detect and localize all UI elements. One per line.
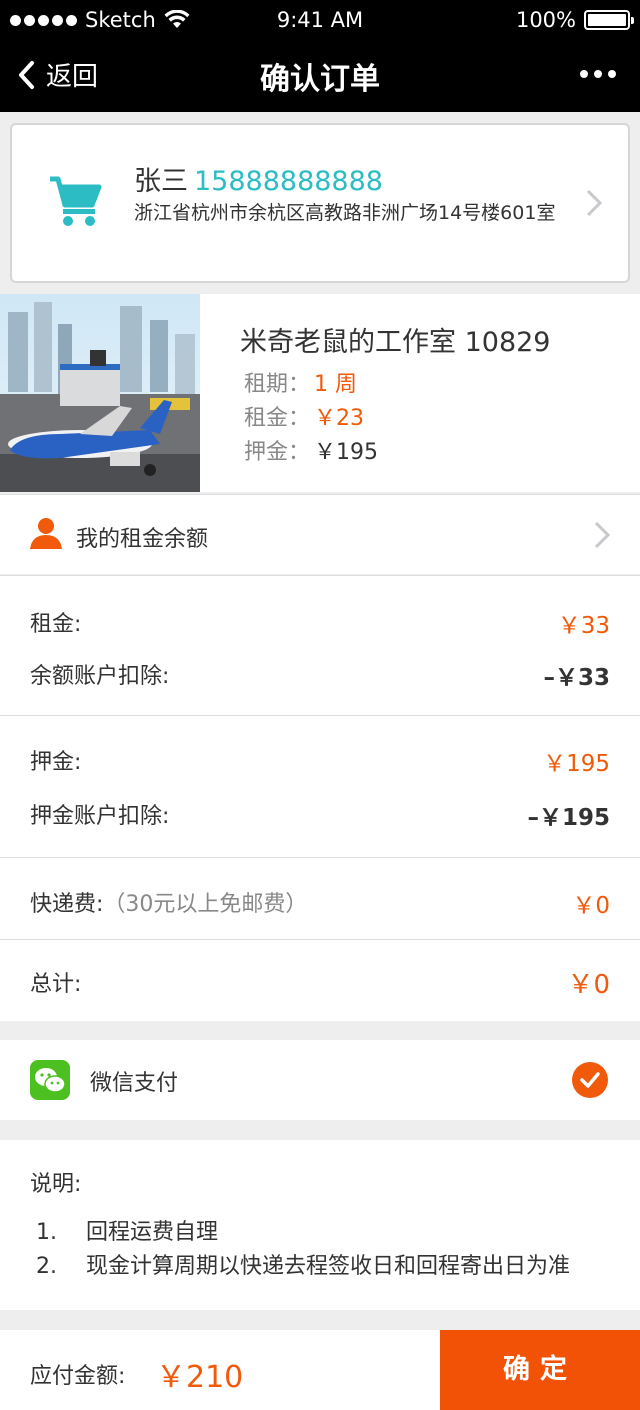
rent-summary-value: ￥33 xyxy=(557,613,610,639)
deposit-row: 押金： ￥195 xyxy=(244,434,378,466)
rental-period-row: 租期： 1 周 xyxy=(244,366,357,398)
chevron-right-icon xyxy=(586,189,602,217)
rent-balance-row[interactable]: 我的租金余额 xyxy=(0,494,640,574)
checkout-bar: 应付金额: ￥210 确定 xyxy=(0,1330,640,1410)
rent-summary-label: 租金: xyxy=(30,612,82,637)
deposit-deduct-value: –￥195 xyxy=(527,805,610,831)
balance-deduct-value: –￥33 xyxy=(543,665,610,691)
rental-period-value: 1 周 xyxy=(314,372,358,397)
note-text: 现金计算周期以快递去程签收日和回程寄出日为准 xyxy=(86,1254,571,1279)
rental-period-label: 租期： xyxy=(244,372,311,397)
status-bar: Sketch 9:41 AM 100% xyxy=(0,0,640,40)
status-right: 100% xyxy=(515,8,634,32)
total-row: 总计: ￥0 xyxy=(0,939,640,1021)
product-card[interactable]: 米奇老鼠的工作室 10829 租期： 1 周 租金： ￥23 押金： ￥195 xyxy=(0,294,640,492)
deposit-value: ￥195 xyxy=(314,440,379,465)
shipping-note: （30元以上免邮费） xyxy=(103,892,308,917)
shipping-label: 快递费: xyxy=(30,892,104,917)
user-icon xyxy=(30,518,62,549)
confirm-button[interactable]: 确定 xyxy=(440,1330,640,1410)
deposit-label: 押金： xyxy=(244,440,311,465)
notes-title: 说明: xyxy=(30,1172,82,1197)
product-name: 米奇老鼠的工作室 10829 xyxy=(240,327,551,358)
rent-row: 租金： ￥23 xyxy=(244,400,364,432)
payable-amount: ￥210 xyxy=(156,1360,244,1395)
rent-value: ￥23 xyxy=(314,406,365,431)
note-item: 1. 回程运费自理 xyxy=(36,1214,218,1246)
chevron-right-icon xyxy=(594,521,610,549)
note-text: 回程运费自理 xyxy=(86,1220,219,1245)
address-card[interactable]: 张三 15888888888 浙江省杭州市余杭区高教路非洲广场14号楼601室 xyxy=(10,123,630,283)
payable-label: 应付金额: xyxy=(30,1364,126,1389)
note-number: 1. xyxy=(36,1220,57,1245)
rent-summary: 租金: ￥33 余额账户扣除: –￥33 xyxy=(0,575,640,715)
total-value: ￥0 xyxy=(567,970,610,1000)
recipient-line: 张三 15888888888 xyxy=(134,159,383,198)
battery-icon xyxy=(584,10,634,30)
wechat-pay-label: 微信支付 xyxy=(90,1071,179,1096)
deposit-summary-label: 押金: xyxy=(30,750,82,775)
wechat-icon xyxy=(30,1060,70,1100)
more-options-button[interactable] xyxy=(580,70,616,78)
page-title: 确认订单 xyxy=(260,62,380,97)
check-icon[interactable] xyxy=(572,1062,608,1098)
battery-percent: 100% xyxy=(515,8,576,32)
deposit-summary: 押金: ￥195 押金账户扣除: –￥195 xyxy=(0,715,640,857)
note-number: 2. xyxy=(36,1254,57,1279)
cart-icon xyxy=(50,176,102,226)
wechat-pay-option[interactable]: 微信支付 xyxy=(0,1040,640,1120)
note-item: 2. 现金计算周期以快递去程签收日和回程寄出日为准 xyxy=(36,1248,570,1280)
rent-balance-label: 我的租金余额 xyxy=(76,527,209,552)
shipping-value: ￥0 xyxy=(572,893,610,919)
nav-bar: 返回 确认订单 xyxy=(0,40,640,112)
shipping-row: 快递费:（30元以上免邮费） ￥0 xyxy=(0,857,640,939)
deposit-summary-value: ￥195 xyxy=(543,751,610,777)
product-image xyxy=(0,294,200,492)
notes-section: 说明: 1. 回程运费自理 2. 现金计算周期以快递去程签收日和回程寄出日为准 xyxy=(0,1140,640,1310)
rent-label: 租金： xyxy=(244,406,311,431)
total-label: 总计: xyxy=(30,972,82,997)
shipping-label-group: 快递费:（30元以上免邮费） xyxy=(30,886,307,918)
deposit-deduct-label: 押金账户扣除: xyxy=(30,804,170,829)
recipient-name: 张三 xyxy=(134,166,188,197)
recipient-address: 浙江省杭州市余杭区高教路非洲广场14号楼601室 xyxy=(134,202,556,224)
balance-deduct-label: 余额账户扣除: xyxy=(30,664,170,689)
recipient-phone: 15888888888 xyxy=(194,166,383,197)
